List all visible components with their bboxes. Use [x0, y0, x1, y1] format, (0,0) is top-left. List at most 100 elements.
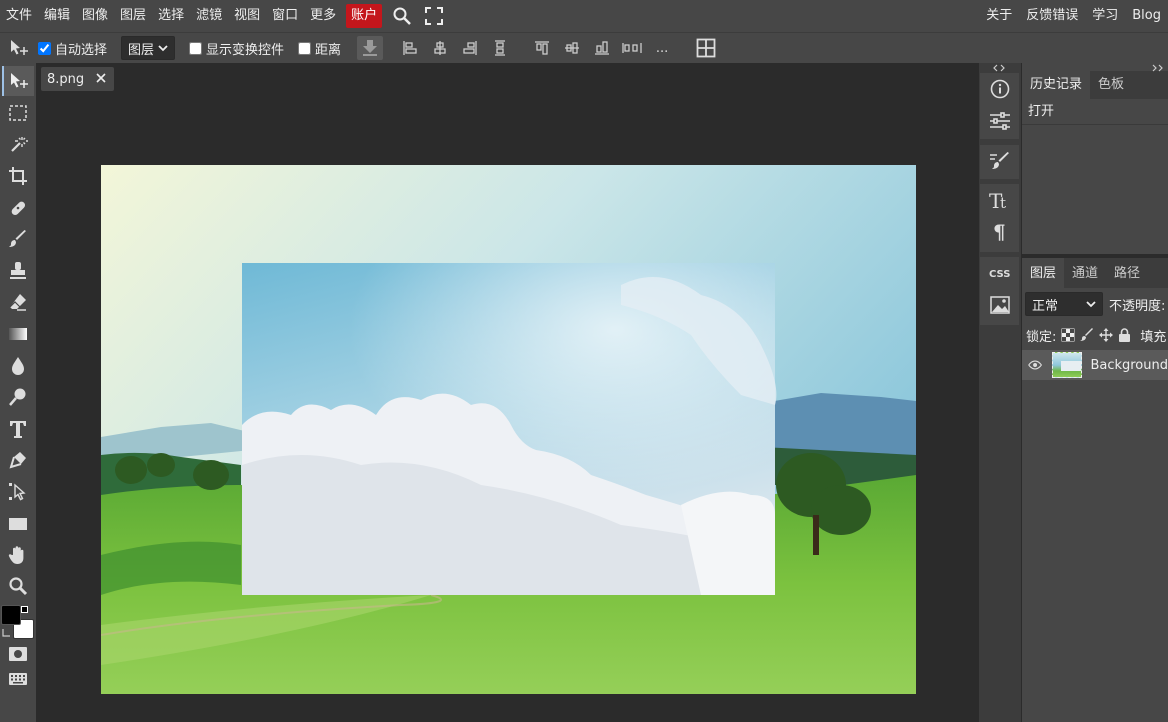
- swap-colors-icon[interactable]: [2, 628, 11, 637]
- chevron-down-icon: [158, 45, 168, 52]
- zoom-tool-icon[interactable]: [2, 571, 34, 601]
- distribute-vertical-icon[interactable]: [617, 33, 647, 64]
- default-colors-icon[interactable]: [21, 606, 28, 613]
- character-icon[interactable]: Tt: [980, 184, 1019, 216]
- menu-account[interactable]: 账户: [346, 4, 383, 28]
- menu-select[interactable]: 选择: [152, 0, 190, 32]
- strip-group-4: CSS: [980, 257, 1019, 325]
- document-tab-name: 8.png: [47, 71, 85, 87]
- fill-label: 填充: [1140, 329, 1167, 345]
- paragraph-icon[interactable]: ¶: [980, 216, 1019, 248]
- adjustments-icon[interactable]: [980, 105, 1019, 137]
- stamp-tool-icon[interactable]: [2, 256, 34, 286]
- image-icon[interactable]: [980, 289, 1019, 321]
- options-bar: 自动选择 图层 显示变换控件 距离 ...: [0, 32, 1168, 63]
- foreground-color-swatch[interactable]: [1, 605, 21, 625]
- search-icon[interactable]: [386, 0, 418, 32]
- menu-view[interactable]: 视图: [228, 0, 266, 32]
- auto-select-label: 自动选择: [55, 42, 108, 58]
- align-hcenter-icon[interactable]: [425, 33, 455, 64]
- menu-edit[interactable]: 编辑: [38, 0, 76, 32]
- tab-paths[interactable]: 路径: [1106, 258, 1148, 288]
- menu-blog[interactable]: Blog: [1125, 0, 1168, 32]
- close-icon[interactable]: [94, 71, 108, 85]
- layer-row-background[interactable]: Background: [1022, 350, 1168, 380]
- align-vcenter-icon[interactable]: [557, 33, 587, 64]
- menu-image[interactable]: 图像: [76, 0, 114, 32]
- align-right-icon[interactable]: [455, 33, 485, 64]
- distribute-horizontal-icon[interactable]: [485, 33, 515, 64]
- strip-group-3: Tt ¶: [980, 184, 1019, 252]
- auto-select-input[interactable]: [38, 41, 51, 55]
- grid-arrange-icon[interactable]: [691, 33, 721, 64]
- magic-wand-tool-icon[interactable]: [2, 130, 34, 160]
- show-transform-input[interactable]: [189, 41, 203, 55]
- lock-position-icon[interactable]: [1099, 328, 1114, 342]
- hand-tool-icon[interactable]: [2, 540, 34, 570]
- brush-settings-icon[interactable]: [980, 145, 1019, 177]
- lock-all-icon[interactable]: [1118, 328, 1131, 342]
- fullscreen-icon[interactable]: [418, 0, 450, 32]
- tab-channels[interactable]: 通道: [1064, 258, 1106, 288]
- menu-file[interactable]: 文件: [0, 0, 38, 32]
- show-transform-label: 显示变换控件: [206, 42, 285, 58]
- auto-select-checkbox[interactable]: 自动选择: [38, 39, 107, 58]
- tab-history[interactable]: 历史记录: [1022, 71, 1091, 99]
- menu-more[interactable]: 更多: [304, 0, 342, 32]
- auto-select-target-dropdown[interactable]: 图层: [121, 36, 176, 60]
- type-tool-icon[interactable]: [2, 414, 34, 444]
- layer-name: Background: [1090, 357, 1168, 373]
- history-list: 打开: [1022, 99, 1168, 246]
- pen-tool-icon[interactable]: [2, 445, 34, 475]
- download-icon[interactable]: [357, 36, 384, 60]
- layer-thumbnail-content: [1061, 361, 1082, 371]
- path-select-tool-icon[interactable]: [2, 477, 34, 507]
- marquee-tool-icon[interactable]: [2, 98, 34, 128]
- css-icon[interactable]: CSS: [980, 257, 1019, 289]
- history-panel-tabs: 历史记录 色板: [1022, 71, 1168, 99]
- rectangle-tool-icon[interactable]: [2, 509, 34, 539]
- brush-tool-icon[interactable]: [2, 224, 34, 254]
- image-canvas[interactable]: [101, 165, 916, 694]
- distance-label: 距离: [315, 42, 342, 58]
- lock-pixels-icon[interactable]: [1080, 328, 1094, 342]
- blur-tool-icon[interactable]: [2, 351, 34, 381]
- move-tool-icon[interactable]: [2, 66, 34, 96]
- layer-thumbnail: [1052, 352, 1083, 378]
- align-bottom-icon[interactable]: [587, 33, 617, 64]
- document-tab[interactable]: 8.png: [41, 67, 114, 91]
- menu-report-bug[interactable]: 反馈错误: [1019, 0, 1085, 32]
- dodge-tool-icon[interactable]: [2, 382, 34, 412]
- align-top-icon[interactable]: [527, 33, 557, 64]
- more-options-label: ...: [655, 40, 669, 56]
- collapse-left-icon[interactable]: [993, 63, 1005, 73]
- color-swatches: [0, 603, 36, 643]
- photopea-app: 文件 编辑 图像 图层 选择 滤镜 视图 窗口 更多 账户 关于 反馈错误 学习…: [0, 0, 1168, 722]
- menu-learn[interactable]: 学习: [1085, 0, 1125, 32]
- tab-layers[interactable]: 图层: [1022, 258, 1065, 288]
- collapse-right-icon[interactable]: [1152, 64, 1164, 72]
- move-tool-options-icon: [0, 33, 38, 64]
- chevron-down-icon: [1086, 301, 1096, 308]
- eraser-tool-icon[interactable]: [2, 287, 34, 317]
- history-item-open[interactable]: 打开: [1022, 99, 1168, 125]
- menu-about[interactable]: 关于: [979, 0, 1019, 32]
- menu-layer[interactable]: 图层: [114, 0, 152, 32]
- blend-mode-dropdown[interactable]: 正常: [1025, 292, 1103, 316]
- keyboard-icon[interactable]: [2, 664, 34, 694]
- crop-tool-icon[interactable]: [2, 161, 34, 191]
- eye-icon[interactable]: [1028, 359, 1042, 371]
- blend-row: 正常 不透明度:: [1022, 288, 1168, 320]
- more-options-icon[interactable]: ...: [647, 33, 677, 64]
- menu-filter[interactable]: 滤镜: [190, 0, 228, 32]
- align-left-icon[interactable]: [395, 33, 425, 64]
- gradient-tool-icon[interactable]: [2, 319, 34, 349]
- menu-window[interactable]: 窗口: [266, 0, 304, 32]
- healing-brush-tool-icon[interactable]: [2, 193, 34, 223]
- show-transform-checkbox[interactable]: 显示变换控件: [189, 39, 284, 58]
- distance-checkbox[interactable]: 距离: [298, 39, 341, 58]
- lock-transparency-icon[interactable]: [1061, 328, 1075, 342]
- tab-swatches[interactable]: 色板: [1090, 71, 1132, 99]
- info-icon[interactable]: [980, 73, 1019, 105]
- distance-input[interactable]: [298, 41, 312, 55]
